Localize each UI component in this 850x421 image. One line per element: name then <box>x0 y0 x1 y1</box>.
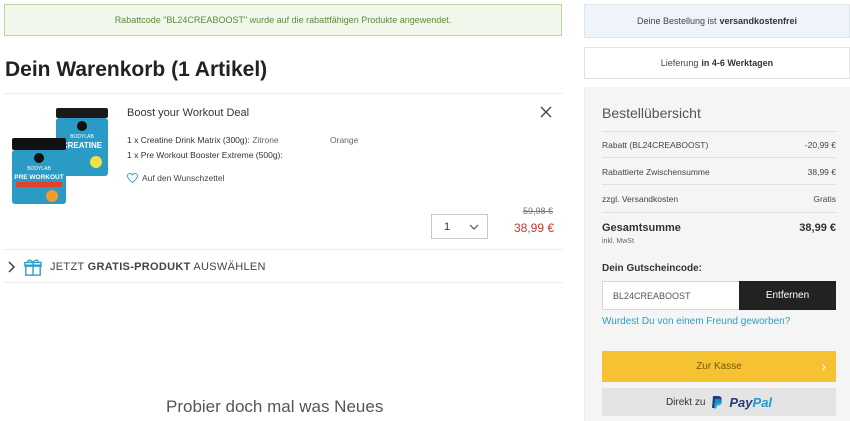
divider <box>602 131 836 132</box>
summary-row-subtotal: Rabattierte Zwischensumme 38,99 € <box>602 167 836 177</box>
paypal-button[interactable]: Direkt zu PayPal <box>602 388 836 416</box>
free-shipping-notice: Deine Bestellung ist versandkostenfrei <box>584 4 850 38</box>
chevron-down-icon <box>469 224 479 230</box>
quantity-select[interactable]: 1 <box>431 214 488 239</box>
wishlist-label: Auf den Wunschzettel <box>142 173 225 183</box>
close-icon <box>540 106 552 118</box>
banner-text: Rabattcode "BL24CREABOOST" wurde auf die… <box>114 15 452 25</box>
product-item-2: 1 x Pre Workout Booster Extreme (500g): <box>127 150 283 160</box>
quantity-value: 1 <box>444 220 451 233</box>
summary-row-discount: Rabatt (BL24CREABOOST) -20,99 € <box>602 140 836 150</box>
new-price: 38,99 € <box>514 221 555 235</box>
svg-text:BODYLAB: BODYLAB <box>27 166 51 172</box>
discount-applied-banner: Rabattcode "BL24CREABOOST" wurde auf die… <box>4 4 562 36</box>
checkout-label: Zur Kasse <box>696 361 742 372</box>
paypal-prefix: Direkt zu <box>665 396 706 408</box>
svg-text:CREATINE: CREATINE <box>62 141 103 150</box>
wishlist-link[interactable]: Auf den Wunschzettel <box>127 173 225 183</box>
voucher-label: Dein Gutscheincode: <box>602 263 703 274</box>
referral-link[interactable]: Wurdest Du von einem Freund geworben? <box>602 316 790 327</box>
remove-voucher-button[interactable]: Entfernen <box>739 281 836 310</box>
item-2-label: 1 x Pre Workout Booster Extreme (500g): <box>127 150 283 160</box>
divider <box>602 184 836 185</box>
cart-page: Rabattcode "BL24CREABOOST" wurde auf die… <box>0 0 850 421</box>
heart-icon <box>127 173 138 183</box>
paypal-wordmark: PayPal <box>729 394 773 410</box>
page-title: Dein Warenkorb (1 Artikel) <box>5 58 268 81</box>
chevron-right-icon: › <box>821 358 826 374</box>
delivery-time-notice: Lieferung in 4-6 Werktagen <box>584 47 850 79</box>
product-image[interactable]: BODYLAB CREATINE BODYLAB PRE WORKOUT <box>8 104 112 206</box>
divider <box>602 212 836 213</box>
divider <box>4 282 562 283</box>
product-name[interactable]: Boost your Workout Deal <box>127 107 249 119</box>
paypal-logo-icon <box>712 396 723 409</box>
divider <box>4 93 562 94</box>
svg-text:PRE WORKOUT: PRE WORKOUT <box>14 174 64 181</box>
item-1-option: Zitrone <box>252 135 279 145</box>
summary-row-shipping: zzgl. Versandkosten Gratis <box>602 194 836 204</box>
vat-note: inkl. MwSt <box>602 238 634 245</box>
gift-icon <box>24 259 42 276</box>
free-product-label: JETZT GRATIS-PRODUKT AUSWÄHLEN <box>50 261 266 273</box>
product-item-1: 1 x Creatine Drink Matrix (300g): Zitron… <box>127 135 279 145</box>
summary-title: Bestellübersicht <box>602 105 701 121</box>
divider <box>602 157 836 158</box>
checkout-button[interactable]: Zur Kasse › <box>602 351 836 382</box>
voucher-input[interactable] <box>602 281 740 310</box>
divider <box>4 249 562 250</box>
recommendations-heading: Probier doch mal was Neues <box>166 397 384 416</box>
old-price: 59,98 € <box>523 206 554 216</box>
item-option-orange: Orange <box>330 135 359 145</box>
total-row: Gesamtsumme 38,99 € <box>602 222 836 234</box>
free-product-select[interactable]: JETZT GRATIS-PRODUKT AUSWÄHLEN <box>8 258 266 276</box>
remove-item-button[interactable] <box>540 106 552 121</box>
chevron-right-icon <box>8 261 15 273</box>
item-1-label: 1 x Creatine Drink Matrix (300g): <box>127 135 250 145</box>
svg-text:BODYLAB: BODYLAB <box>70 134 94 140</box>
order-summary: Bestellübersicht Rabatt (BL24CREABOOST) … <box>584 87 850 421</box>
